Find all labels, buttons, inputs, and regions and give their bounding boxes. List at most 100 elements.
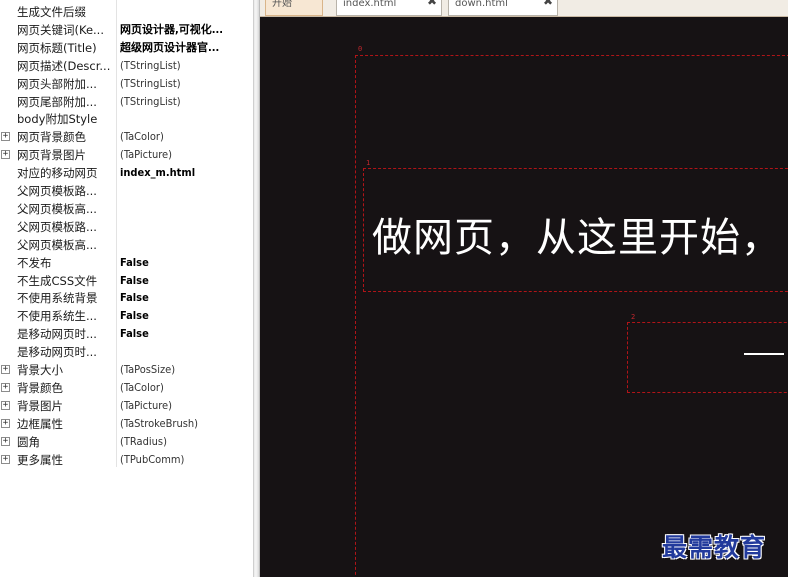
property-name: 父网页模板高... [17, 201, 97, 216]
property-name: 背景颜色 [17, 380, 63, 395]
tab-index-html[interactable]: index.html ✖ [336, 0, 442, 16]
property-row[interactable]: 是移动网页时... False [0, 325, 253, 343]
property-name: 网页描述(Descr... [17, 58, 111, 73]
property-value[interactable]: (TaStrokeBrush) [120, 415, 248, 433]
expand-icon[interactable]: + [1, 436, 10, 446]
property-row[interactable]: + 背景大小 (TaPosSize) [0, 361, 253, 379]
property-value[interactable]: (TaColor) [120, 128, 248, 146]
box-index-label: 1 [366, 159, 371, 167]
property-row[interactable]: 对应的移动网页 index_m.html [0, 164, 253, 182]
property-name: 父网页模板路... [17, 219, 97, 234]
expand-icon[interactable]: + [1, 418, 10, 428]
property-value[interactable]: (TRadius) [120, 433, 248, 451]
tab-label: index.html [343, 0, 397, 9]
property-row[interactable]: + 背景图片 (TaPicture) [0, 397, 253, 415]
close-icon[interactable]: ✖ [543, 0, 553, 7]
property-value[interactable]: (TaPicture) [120, 146, 248, 164]
property-name: body附加Style [17, 112, 98, 127]
property-row[interactable]: + 网页背景图片 (TaPicture) [0, 146, 253, 164]
property-row[interactable]: 是移动网页时... [0, 343, 253, 361]
property-name: 不使用系统生... [17, 309, 97, 324]
tab-label: down.html [455, 0, 508, 9]
property-name: 圆角 [17, 434, 40, 449]
property-row[interactable]: 网页关键词(Ke... 网页设计器,可视化... [0, 21, 253, 39]
property-name: 网页尾部附加... [17, 94, 97, 109]
property-value[interactable]: (TPubComm) [120, 451, 248, 469]
document-tab-bar: 开始 index.html ✖ down.html ✖ [260, 0, 788, 17]
property-row[interactable]: 网页描述(Descr... (TStringList) [0, 57, 253, 75]
design-canvas[interactable]: 开始 index.html ✖ down.html ✖ 0 1 做网页，从这里开… [260, 0, 788, 577]
property-name: 不使用系统背景 [17, 291, 98, 306]
panel-splitter[interactable] [253, 0, 260, 577]
property-name: 父网页模板路... [17, 184, 97, 198]
property-name: 生成文件后缀 [17, 5, 86, 19]
property-value[interactable]: (TStringList) [120, 75, 248, 93]
headline-box[interactable]: 做网页，从这里开始， [363, 168, 788, 292]
property-row[interactable]: + 网页背景颜色 (TaColor) [0, 128, 253, 146]
tab-label: 开始 [272, 0, 292, 9]
expand-icon[interactable]: + [1, 454, 10, 464]
property-row[interactable]: 网页头部附加... (TStringList) [0, 75, 253, 93]
property-name: 不生成CSS文件 [17, 273, 98, 288]
close-icon[interactable]: ✖ [427, 0, 437, 7]
box-index-label: 2 [631, 313, 636, 321]
property-name: 是移动网页时... [17, 327, 97, 342]
property-name: 背景图片 [17, 398, 63, 413]
property-value[interactable]: False [120, 272, 248, 290]
expand-icon[interactable]: + [1, 382, 10, 392]
headline-text[interactable]: 做网页，从这里开始， [372, 205, 782, 263]
property-value[interactable]: (TaPosSize) [120, 361, 248, 379]
property-row[interactable]: 不生成CSS文件 False [0, 272, 253, 290]
tab-down-html[interactable]: down.html ✖ [448, 0, 558, 16]
property-value[interactable]: index_m.html [120, 164, 248, 182]
property-name: 更多属性 [17, 452, 63, 467]
property-name: 是移动网页时... [17, 345, 97, 360]
property-name: 网页标题(Title) [17, 40, 97, 55]
property-value[interactable]: 网页设计器,可视化... [120, 21, 248, 39]
property-row[interactable]: body附加Style [0, 110, 253, 128]
property-value[interactable]: False [120, 307, 248, 325]
property-value[interactable]: 超级网页设计器官... [120, 39, 248, 57]
subheadline-box[interactable] [627, 322, 788, 393]
property-row[interactable]: + 圆角 (TRadius) [0, 433, 253, 451]
property-row[interactable]: 不发布 False [0, 254, 253, 272]
box-index-label: 0 [358, 45, 363, 53]
property-value[interactable]: (TaColor) [120, 379, 248, 397]
property-row[interactable]: + 边框属性 (TaStrokeBrush) [0, 415, 253, 433]
property-name: 网页关键词(Ke... [17, 22, 104, 37]
property-value[interactable]: False [120, 325, 248, 343]
property-row[interactable]: 不使用系统背景 False [0, 289, 253, 307]
property-row[interactable]: 网页标题(Title) 超级网页设计器官... [0, 39, 253, 57]
property-name: 网页背景图片 [17, 148, 86, 163]
expand-icon[interactable]: + [1, 400, 10, 410]
property-name: 网页头部附加... [17, 76, 97, 91]
property-row[interactable]: + 背景颜色 (TaColor) [0, 379, 253, 397]
property-row[interactable]: 父网页模板路... [0, 218, 253, 236]
property-row[interactable]: 生成文件后缀 [0, 3, 253, 21]
property-value[interactable]: (TaPicture) [120, 397, 248, 415]
property-name: 不发布 [17, 255, 52, 270]
property-row[interactable]: 父网页模板高... [0, 200, 253, 218]
property-row[interactable]: 父网页模板高... [0, 236, 253, 254]
expand-icon[interactable]: + [1, 150, 10, 160]
property-name: 背景大小 [17, 363, 63, 377]
tab-start[interactable]: 开始 [265, 0, 323, 16]
page-container-box[interactable] [355, 55, 788, 577]
property-row[interactable]: + 更多属性 (TPubComm) [0, 451, 253, 469]
property-row[interactable]: 不使用系统生... False [0, 307, 253, 325]
watermark-logo: 最需教育 [662, 533, 767, 562]
expand-icon[interactable]: + [1, 365, 10, 374]
property-name: 对应的移动网页 [17, 166, 98, 181]
property-value[interactable]: (TStringList) [120, 57, 248, 75]
property-inspector: 生成文件后缀 网页关键词(Ke... 网页设计器,可视化... 网页标题(Title)… [0, 0, 253, 577]
property-name: 父网页模板高... [17, 237, 97, 252]
property-value[interactable]: False [120, 289, 248, 307]
property-row[interactable]: 网页尾部附加... (TStringList) [0, 93, 253, 111]
expand-icon[interactable]: + [1, 132, 10, 142]
property-value[interactable]: False [120, 254, 248, 272]
subheadline-dash[interactable] [744, 353, 784, 355]
property-name: 边框属性 [17, 416, 63, 431]
property-value[interactable]: (TStringList) [120, 93, 248, 111]
property-row[interactable]: 父网页模板路... [0, 182, 253, 200]
property-name: 网页背景颜色 [17, 130, 86, 145]
